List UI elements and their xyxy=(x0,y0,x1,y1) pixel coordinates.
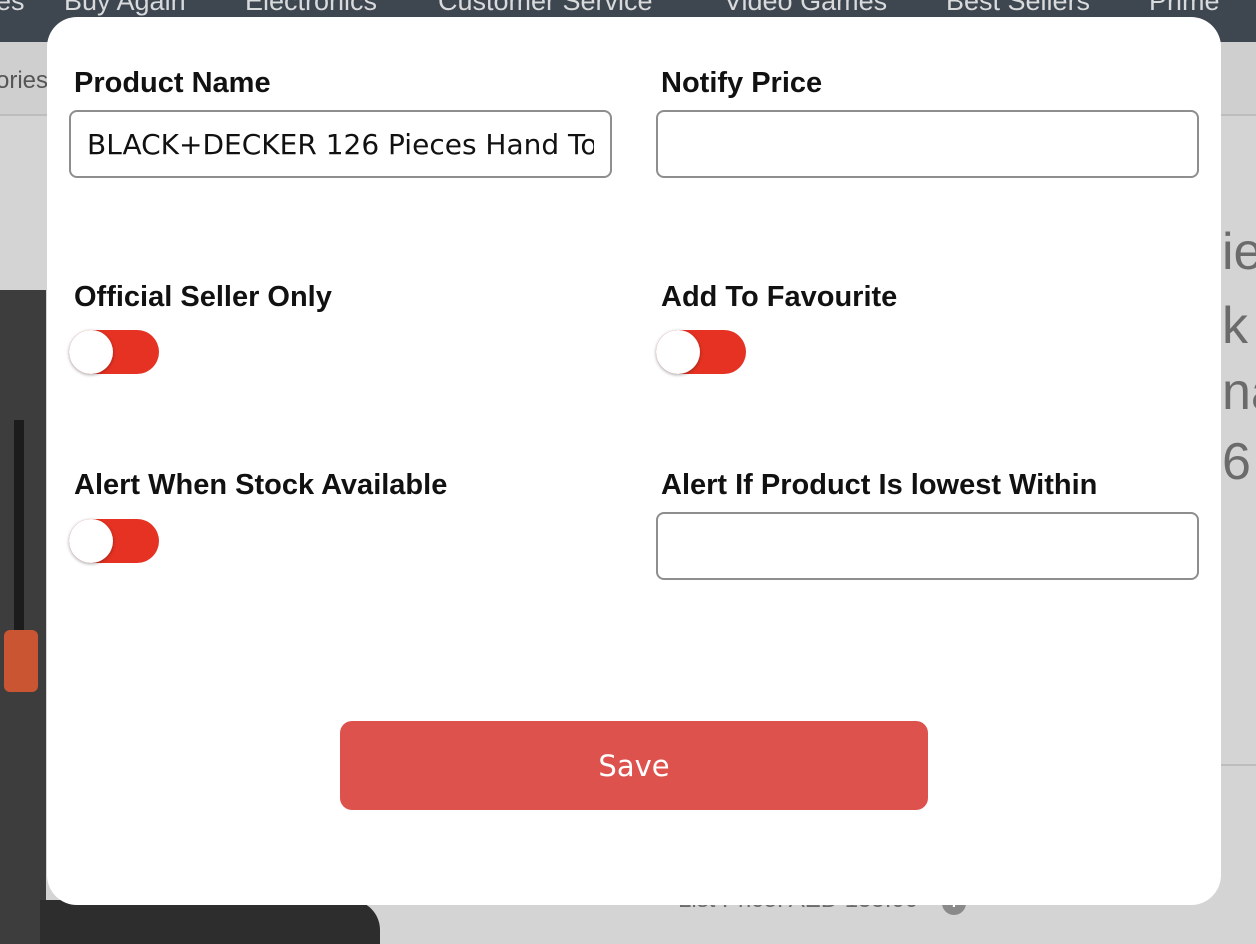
nav-item-electronics[interactable]: Electronics xyxy=(245,0,377,17)
toggle-knob xyxy=(69,519,113,563)
product-name-label: Product Name xyxy=(74,67,271,99)
nav-item-video-games[interactable]: Video Games xyxy=(724,0,887,17)
toggle-knob xyxy=(656,330,700,374)
alert-lowest-input[interactable] xyxy=(656,512,1199,580)
nav-item-buy-again[interactable]: Buy Again xyxy=(64,0,186,17)
nav-item-prime[interactable]: Prime xyxy=(1149,0,1220,17)
nav-item-best-sellers[interactable]: Best Sellers xyxy=(946,0,1090,17)
save-button[interactable]: Save xyxy=(340,721,928,810)
nav-item[interactable]: es xyxy=(0,0,25,17)
notify-price-label: Notify Price xyxy=(661,67,823,99)
product-title-fragment: 6 xyxy=(1222,433,1251,491)
product-title-fragment: ie xyxy=(1222,223,1256,281)
alert-stock-label: Alert When Stock Available xyxy=(74,469,448,501)
notify-price-input[interactable] xyxy=(656,110,1199,178)
product-title-fragment: na xyxy=(1222,363,1256,421)
product-image-detail xyxy=(14,420,24,650)
breadcrumb[interactable]: ories xyxy=(0,67,48,95)
product-name-input[interactable] xyxy=(69,110,612,178)
product-title-fragment: k l xyxy=(1222,297,1256,355)
product-image-handle xyxy=(4,630,38,692)
alert-stock-toggle[interactable] xyxy=(69,519,159,563)
official-seller-toggle[interactable] xyxy=(69,330,159,374)
add-to-favourite-toggle[interactable] xyxy=(656,330,746,374)
divider xyxy=(1221,764,1256,766)
official-seller-label: Official Seller Only xyxy=(74,281,332,313)
nav-item-customer-service[interactable]: Customer Service xyxy=(438,0,653,17)
add-to-favourite-label: Add To Favourite xyxy=(661,281,898,313)
alert-lowest-label: Alert If Product Is lowest Within xyxy=(661,469,1098,501)
product-image-case xyxy=(40,900,380,944)
toggle-knob xyxy=(69,330,113,374)
price-alert-modal: Product Name Notify Price Official Selle… xyxy=(47,17,1221,905)
